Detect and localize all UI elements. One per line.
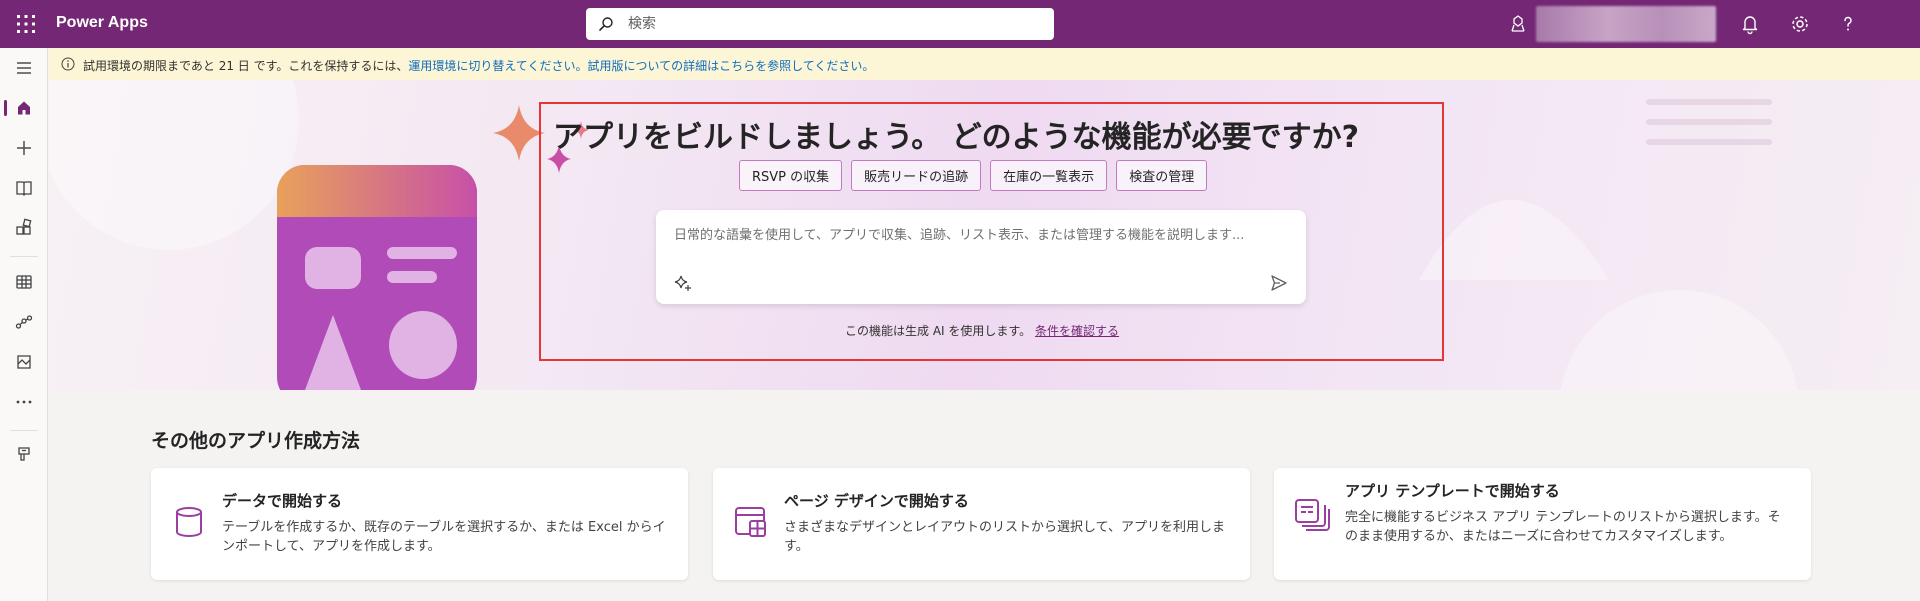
power-platform-icon [18,447,30,461]
card-title: ページ デザインで開始する [784,492,969,510]
card-title: アプリ テンプレートで開始する [1345,482,1560,500]
trial-notice-bar: 試用環境の期限まであと 21 日 です。これを保持するには、運用環境に切り替えて… [49,48,1920,80]
nav-tables[interactable] [0,262,48,302]
plus-icon [17,141,31,155]
switch-to-production-link[interactable]: 運用環境に切り替えてください。 [408,59,587,73]
app-illustration-image [277,165,477,390]
nav-collapse-menu-icon[interactable] [0,48,48,88]
page-design-icon [735,507,766,537]
app-title[interactable]: Power Apps [56,14,148,32]
search-input[interactable] [626,8,1036,40]
settings-gear-icon[interactable] [1788,12,1812,36]
trial-notice-prefix: 試用環境の期限まであと 21 日 です。これを保持するには、 [83,59,409,73]
nav-apps[interactable] [0,208,48,248]
nav-home[interactable] [0,88,48,128]
info-icon [61,57,75,71]
card-title: データで開始する [222,492,343,510]
nav-solutions[interactable] [0,342,48,382]
book-icon [16,181,32,196]
help-icon[interactable] [1836,12,1860,36]
solutions-icon [17,355,31,369]
more-ellipsis-icon [16,400,32,404]
home-icon [18,101,30,115]
nav-learn[interactable] [0,168,48,208]
top-bar: Power Apps [0,0,1920,48]
start-with-data-card[interactable]: データで開始する テーブルを作成するか、既存のテーブルを選択するか、または Ex… [151,468,688,580]
notifications-bell-icon[interactable] [1738,12,1762,36]
card-description: テーブルを作成するか、既存のテーブルを選択するか、または Excel からインポ… [222,520,666,554]
nav-more[interactable] [0,382,48,422]
card-description: さまざまなデザインとレイアウトのリストから選択して、アプリを利用します。 [784,520,1225,554]
search-icon [599,17,613,31]
start-with-app-template-card[interactable]: アプリ テンプレートで開始する 完全に機能するビジネス アプリ テンプレートのリ… [1274,468,1811,580]
nav-divider [10,256,38,257]
flow-icon [15,315,33,329]
start-with-page-design-card[interactable]: ページ デザインで開始する さまざまなデザインとレイアウトのリストから選択して、… [713,468,1250,580]
nav-active-indicator [4,100,7,116]
template-icon [1295,499,1330,531]
environment-icon[interactable] [1508,14,1528,34]
apps-icon [16,218,32,235]
table-icon [16,275,32,289]
left-navigation-rail [0,48,48,601]
card-description: 完全に機能するビジネス アプリ テンプレートのリストから選択します。そのまま使用… [1345,510,1781,544]
other-methods-title: その他のアプリ作成方法 [151,430,361,452]
highlight-annotation-box [539,102,1444,361]
nav-create[interactable] [0,128,48,168]
nav-divider [10,430,38,431]
database-icon [176,507,202,537]
trial-notice-text: 試用環境の期限まであと 21 日 です。これを保持するには、運用環境に切り替えて… [83,57,874,74]
search-box[interactable] [586,8,1054,40]
app-launcher-icon[interactable] [14,12,38,36]
nav-power-platform[interactable] [0,434,48,474]
nav-flows[interactable] [0,302,48,342]
trial-details-link[interactable]: 試用版についての詳細はこちらを参照してください。 [587,59,874,73]
environment-name-redacted[interactable] [1536,6,1716,42]
